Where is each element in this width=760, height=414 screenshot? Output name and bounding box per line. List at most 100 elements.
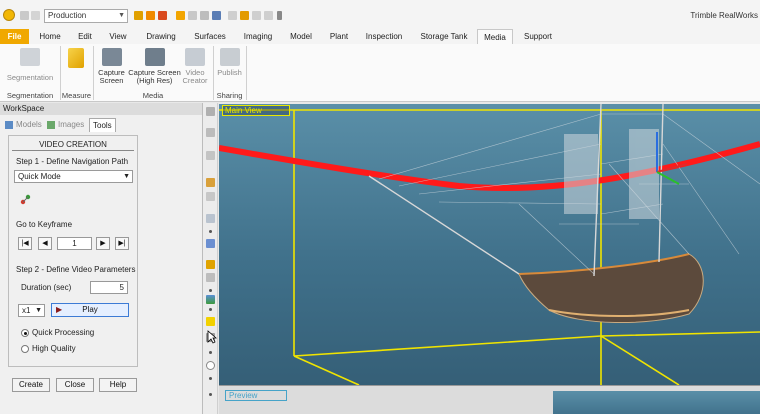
tab-storage-tank[interactable]: Storage Tank [414, 29, 474, 44]
redo-icon[interactable] [31, 11, 40, 20]
bounding-box [219, 109, 760, 385]
duration-input[interactable]: 5 [90, 281, 128, 294]
main-view-label: Main View [222, 105, 290, 116]
capture-high-res-label-2: (High Res) [136, 76, 173, 85]
quick-processing-label: Quick Processing [32, 328, 95, 337]
ribbon-tabs: File Home Edit View Drawing Surfaces Ima… [0, 29, 760, 44]
tab-file[interactable]: File [0, 29, 29, 44]
import-icon[interactable] [158, 11, 167, 20]
ribbon-panel: Segmentation Segmentation Measure Captur… [0, 44, 760, 102]
group-label-measure: Measure [61, 91, 92, 100]
magnet-icon[interactable] [264, 11, 273, 20]
chevron-down-icon: ▼ [35, 307, 42, 314]
create-button[interactable]: Create [12, 378, 50, 392]
video-creation-panel: VIDEO CREATION Step 1 - Define Navigatio… [8, 135, 138, 379]
separator-dot [209, 308, 212, 311]
publish-label: Publish [217, 68, 242, 77]
project-combo-value: Production [48, 11, 87, 20]
tab-imaging[interactable]: Imaging [238, 29, 278, 44]
segmentation-icon [20, 48, 40, 66]
tab-inspection[interactable]: Inspection [361, 29, 407, 44]
tab-view[interactable]: View [103, 29, 133, 44]
print-icon[interactable] [200, 11, 209, 20]
tab-media[interactable]: Media [477, 29, 513, 44]
save-icon[interactable] [188, 11, 197, 20]
folder-icon[interactable] [176, 11, 185, 20]
circle-icon[interactable] [206, 361, 215, 370]
clip-icon[interactable] [206, 273, 215, 282]
capture-high-res-button[interactable]: Capture Screen (High Res) [127, 46, 182, 85]
settings-icon[interactable] [212, 11, 221, 20]
first-keyframe-button[interactable]: |◀ [18, 237, 32, 250]
prev-keyframe-button[interactable]: ◀ [38, 237, 52, 250]
video-creator-button[interactable]: Video Creator [181, 46, 209, 85]
tab-drawing[interactable]: Drawing [140, 29, 182, 44]
tab-images-label: Images [58, 120, 85, 129]
project-combo[interactable]: Production ▼ [44, 9, 128, 23]
panel-header: VIDEO CREATION [12, 139, 134, 151]
fit-icon[interactable] [206, 192, 215, 201]
step2-label: Step 2 - Define Video Parameters [16, 265, 136, 274]
preview-pane: Preview [219, 385, 760, 414]
last-keyframe-button[interactable]: ▶| [115, 237, 129, 250]
publish-button[interactable]: Publish [215, 46, 244, 77]
high-quality-radio[interactable] [21, 345, 29, 353]
camera-hd-icon [144, 48, 165, 66]
quick-processing-radio[interactable] [21, 329, 29, 337]
customize-icon[interactable] [277, 11, 282, 20]
view-cube-icon[interactable] [206, 214, 215, 223]
quick-access-toolbar: Production ▼ Trimble RealWorks [0, 0, 760, 32]
tab-tools[interactable]: Tools [89, 118, 116, 132]
segmentation-button[interactable]: Segmentation [3, 46, 57, 82]
open-icon[interactable] [134, 11, 143, 20]
tab-model[interactable]: Model [284, 29, 318, 44]
play-button[interactable]: ▶ Play [51, 303, 129, 317]
next-keyframe-button[interactable]: ▶ [96, 237, 110, 250]
tab-images[interactable]: Images [44, 118, 86, 132]
tab-support[interactable]: Support [518, 29, 558, 44]
ruler-icon[interactable] [252, 11, 261, 20]
camera-icon [101, 48, 122, 66]
pan-icon[interactable] [206, 151, 215, 160]
group-label-segmentation: Segmentation [6, 91, 54, 100]
orbit-icon[interactable] [206, 178, 215, 187]
video-icon [185, 48, 205, 66]
capture-screen-button[interactable]: Capture Screen [95, 46, 128, 85]
tab-models[interactable]: Models [2, 118, 42, 132]
help-button[interactable]: Help [99, 378, 137, 392]
main-3d-viewport[interactable]: Main View [219, 104, 760, 385]
sail-points [564, 129, 659, 219]
render-icon[interactable] [206, 239, 215, 248]
text-icon[interactable] [206, 317, 215, 326]
color-map-icon[interactable] [206, 295, 215, 304]
speed-select[interactable]: x1 ▼ [18, 304, 45, 317]
navigation-mode-value: Quick Mode [18, 172, 61, 181]
path-tool-icon[interactable] [20, 194, 31, 205]
images-icon [47, 121, 55, 129]
navigation-mode-select[interactable]: Quick Mode ▼ [14, 170, 133, 183]
measure-button[interactable] [62, 46, 90, 71]
cut-icon[interactable] [228, 11, 237, 20]
app-logo-icon[interactable] [3, 9, 15, 21]
ruler-icon [68, 48, 84, 68]
capture-screen-label-2: Screen [99, 76, 124, 85]
step1-label: Step 1 - Define Navigation Path [16, 157, 129, 166]
pencil-icon[interactable] [240, 11, 249, 20]
close-button[interactable]: Close [56, 378, 94, 392]
tab-edit[interactable]: Edit [70, 29, 100, 44]
speed-value: x1 [22, 306, 31, 315]
star-icon[interactable] [146, 11, 155, 20]
separator-dot [209, 289, 212, 292]
keyframe-input[interactable]: 1 [57, 237, 92, 250]
tab-surfaces[interactable]: Surfaces [188, 29, 232, 44]
zoom-icon[interactable] [206, 128, 215, 137]
light-icon[interactable] [206, 260, 215, 269]
preview-thumbnail [553, 391, 760, 414]
select-icon[interactable] [206, 107, 215, 116]
tab-home[interactable]: Home [34, 29, 66, 44]
undo-icon[interactable] [20, 11, 29, 20]
separator-dot [209, 377, 212, 380]
window-title: Trimble RealWorks [690, 11, 758, 20]
play-label: Play [82, 305, 98, 314]
tab-plant[interactable]: Plant [324, 29, 354, 44]
